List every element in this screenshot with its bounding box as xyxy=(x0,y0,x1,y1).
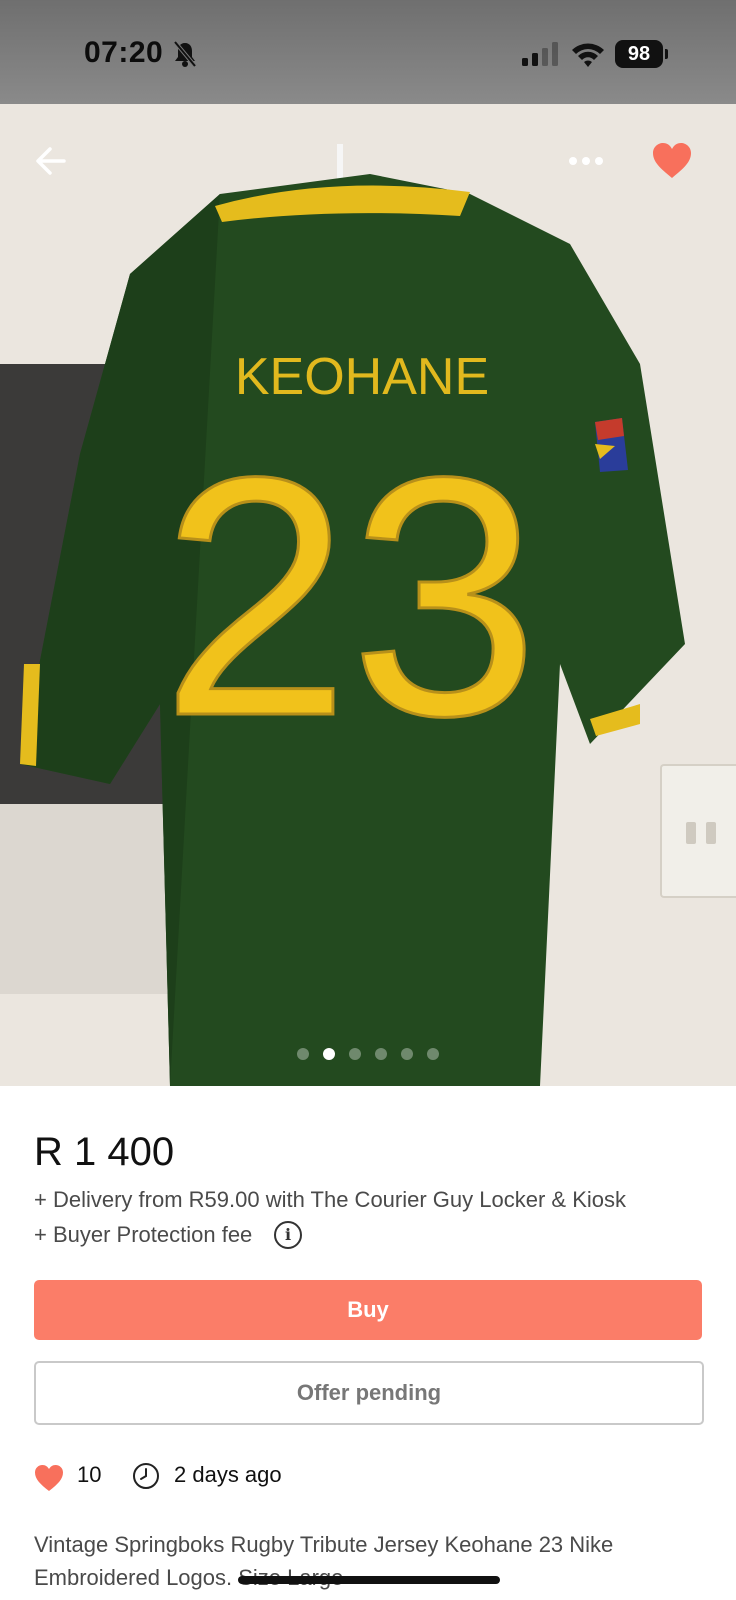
jersey-name: KEOHANE xyxy=(235,348,489,406)
listing-description: Vintage Springboks Rugby Tribute Jersey … xyxy=(34,1532,614,1590)
carousel-dot-active[interactable] xyxy=(323,1048,335,1060)
bell-slash-icon xyxy=(173,40,197,68)
wifi-icon xyxy=(572,43,604,67)
offer-pending-button[interactable]: Offer pending xyxy=(34,1361,704,1425)
heart-icon[interactable] xyxy=(652,142,692,180)
buyer-protection-info: + Buyer Protection fee xyxy=(34,1222,253,1247)
back-arrow-icon[interactable] xyxy=(34,144,68,178)
carousel-indicator xyxy=(0,1048,736,1062)
carousel-dot[interactable] xyxy=(427,1048,439,1060)
clock-icon xyxy=(133,1463,159,1489)
info-icon[interactable]: i xyxy=(274,1221,302,1249)
listing-photo-carousel[interactable]: KEOHANE 23 xyxy=(0,104,736,1086)
carousel-dot[interactable] xyxy=(375,1048,387,1060)
posted-time: 2 days ago xyxy=(174,1462,282,1487)
battery-icon: 98 xyxy=(615,40,663,68)
signal-icon xyxy=(522,42,558,66)
carousel-dot[interactable] xyxy=(349,1048,361,1060)
listing-price: R 1 400 xyxy=(34,1130,175,1174)
jersey-number: 23 xyxy=(161,407,539,787)
more-icon[interactable] xyxy=(568,154,604,168)
likes-heart-icon[interactable] xyxy=(34,1464,64,1492)
status-time: 07:20 xyxy=(84,36,164,69)
jersey-photo: KEOHANE 23 xyxy=(20,174,685,1086)
home-indicator[interactable] xyxy=(238,1576,500,1584)
likes-count: 10 xyxy=(77,1462,102,1487)
status-bar: 07:20 98 xyxy=(0,0,736,104)
carousel-dot[interactable] xyxy=(297,1048,309,1060)
delivery-info: + Delivery from R59.00 with The Courier … xyxy=(34,1187,626,1212)
battery-tip xyxy=(665,49,668,59)
carousel-dot[interactable] xyxy=(401,1048,413,1060)
buy-button[interactable]: Buy xyxy=(34,1280,702,1340)
